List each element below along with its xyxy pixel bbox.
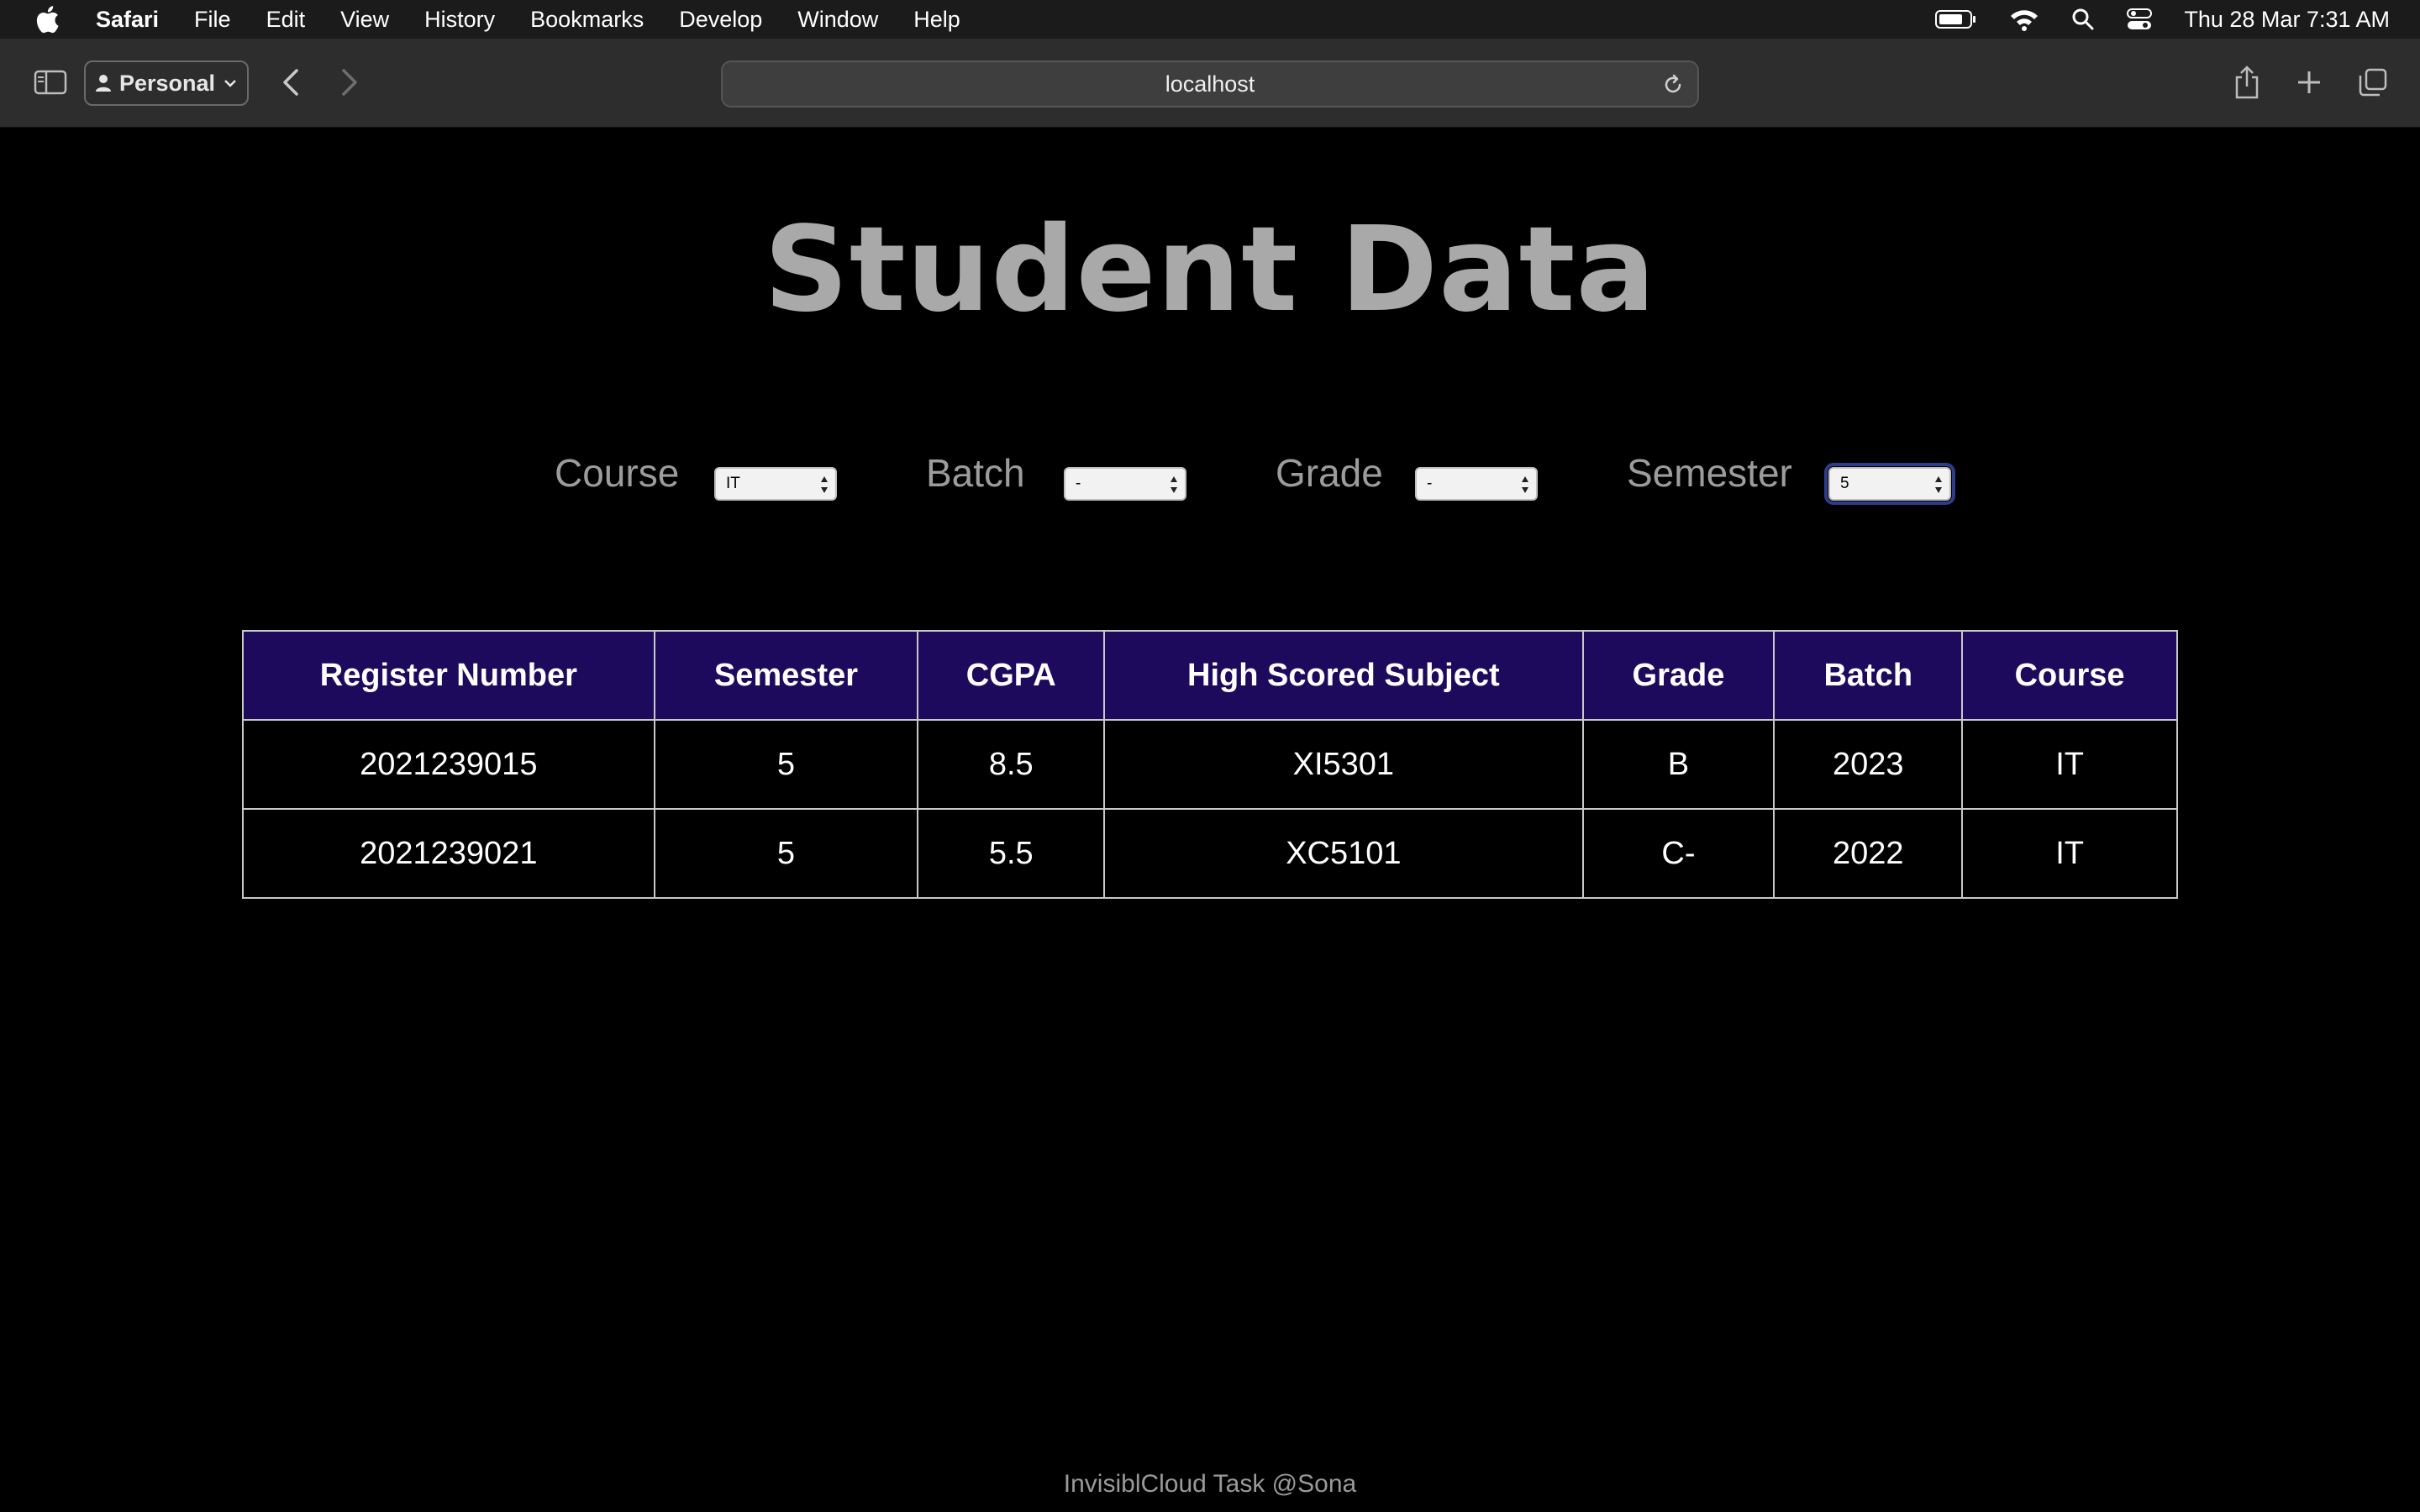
cell-batch: 2022 — [1773, 808, 1964, 899]
menu-window[interactable]: Window — [797, 7, 878, 33]
share-icon[interactable] — [2230, 62, 2264, 102]
apple-logo-icon[interactable] — [32, 4, 62, 34]
select-arrows-icon — [1935, 476, 1942, 493]
menu-bar: Safari File Edit View History Bookmarks … — [0, 0, 2420, 39]
battery-icon[interactable] — [1935, 9, 1977, 29]
chevron-right-icon — [342, 69, 357, 96]
batch-select-value: - — [1076, 475, 1081, 492]
cell-cgpa: 5.5 — [917, 808, 1106, 899]
column-header-semester[interactable]: Semester — [653, 630, 919, 721]
new-tab-icon[interactable] — [2292, 64, 2326, 101]
select-arrows-icon — [1522, 476, 1528, 493]
cell-batch: 2023 — [1773, 719, 1964, 810]
page-footer: InvisiblCloud Task @Sona — [1063, 1470, 1357, 1498]
semester-filter-label: Semester — [1627, 451, 1792, 495]
browser-toolbar: Personal localhost — [0, 39, 2420, 128]
grade-filter-label: Grade — [1276, 451, 1383, 495]
cell-grade: B — [1581, 719, 1776, 810]
menu-bar-clock[interactable]: Thu 28 Mar 7:31 AM — [2184, 7, 2390, 33]
batch-select[interactable]: - — [1064, 467, 1186, 501]
address-bar[interactable]: localhost — [721, 60, 1699, 108]
cell-register-number: 2021239015 — [242, 719, 655, 810]
cell-high-scored-subject: XC5101 — [1103, 808, 1584, 899]
column-header-grade[interactable]: Grade — [1581, 630, 1776, 721]
cell-semester: 5 — [653, 719, 919, 810]
menu-view[interactable]: View — [340, 7, 389, 33]
wifi-icon[interactable] — [2009, 8, 2039, 31]
column-header-register-number[interactable]: Register Number — [242, 630, 655, 721]
column-header-cgpa[interactable]: CGPA — [917, 630, 1106, 721]
batch-filter-label: Batch — [926, 451, 1025, 495]
menu-file[interactable]: File — [194, 7, 231, 33]
menu-help[interactable]: Help — [913, 7, 960, 33]
student-data-table: Register Number Semester CGPA High Score… — [242, 630, 2178, 899]
menu-app-name[interactable]: Safari — [96, 7, 159, 33]
grade-select-value: - — [1427, 475, 1433, 492]
cell-course: IT — [1961, 808, 2178, 899]
spotlight-search-icon[interactable] — [2071, 8, 2095, 31]
cell-register-number: 2021239021 — [242, 808, 655, 899]
course-select-value: IT — [726, 475, 740, 492]
cell-cgpa: 8.5 — [917, 719, 1106, 810]
person-icon — [95, 75, 111, 92]
grade-select[interactable]: - — [1415, 467, 1538, 501]
web-page: Student Data Course IT Batch - Grade - S… — [0, 128, 2420, 1512]
table-row: 2021239021 5 5.5 XC5101 C- 2022 IT — [242, 808, 2178, 899]
table-header-row: Register Number Semester CGPA High Score… — [242, 630, 2178, 721]
column-header-batch[interactable]: Batch — [1773, 630, 1964, 721]
table-row: 2021239015 5 8.5 XI5301 B 2023 IT — [242, 719, 2178, 810]
menu-develop[interactable]: Develop — [679, 7, 762, 33]
course-filter-label: Course — [555, 451, 680, 495]
chevron-down-icon — [224, 80, 236, 87]
semester-select[interactable]: 5 — [1824, 463, 1955, 505]
menu-bookmarks[interactable]: Bookmarks — [530, 7, 644, 33]
select-arrows-icon — [821, 476, 828, 493]
cell-grade: C- — [1581, 808, 1776, 899]
column-header-high-scored-subject[interactable]: High Scored Subject — [1103, 630, 1584, 721]
cell-course: IT — [1961, 719, 2178, 810]
semester-select-value: 5 — [1840, 475, 1849, 492]
profile-button[interactable]: Personal — [84, 60, 249, 106]
page-title: Student Data — [764, 202, 1656, 339]
menu-edit[interactable]: Edit — [266, 7, 306, 33]
menu-history[interactable]: History — [424, 7, 495, 33]
reload-icon[interactable] — [1660, 72, 1686, 97]
cell-semester: 5 — [653, 808, 919, 899]
control-center-icon[interactable] — [2127, 8, 2153, 31]
sidebar-toggle-icon[interactable] — [32, 67, 69, 97]
tab-overview-icon[interactable] — [2354, 64, 2391, 101]
select-arrows-icon — [1171, 476, 1177, 493]
chevron-left-icon — [283, 69, 298, 96]
back-button[interactable] — [274, 64, 308, 101]
status-area: Thu 28 Mar 7:31 AM — [1935, 0, 2390, 39]
cell-high-scored-subject: XI5301 — [1103, 719, 1584, 810]
course-select[interactable]: IT — [714, 467, 837, 501]
address-text: localhost — [1165, 71, 1255, 97]
forward-button[interactable] — [333, 64, 366, 101]
column-header-course[interactable]: Course — [1961, 630, 2178, 721]
profile-label: Personal — [118, 70, 216, 96]
